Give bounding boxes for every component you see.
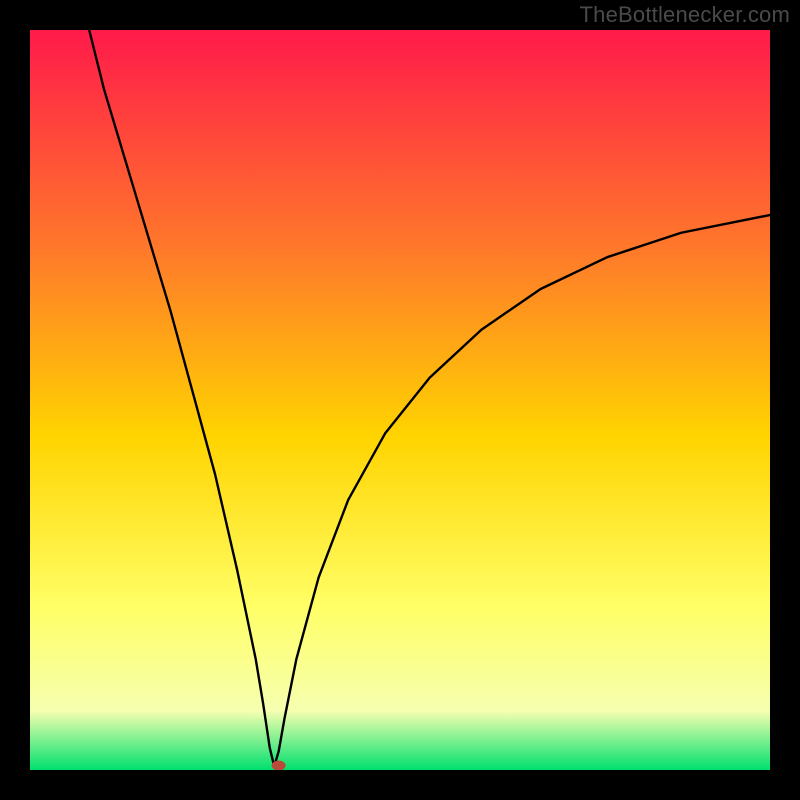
chart-plot-area [30, 30, 770, 770]
gradient-background [30, 30, 770, 770]
chart-svg [30, 30, 770, 770]
chart-frame: TheBottlenecker.com [0, 0, 800, 800]
watermark-label: TheBottlenecker.com [580, 2, 790, 28]
